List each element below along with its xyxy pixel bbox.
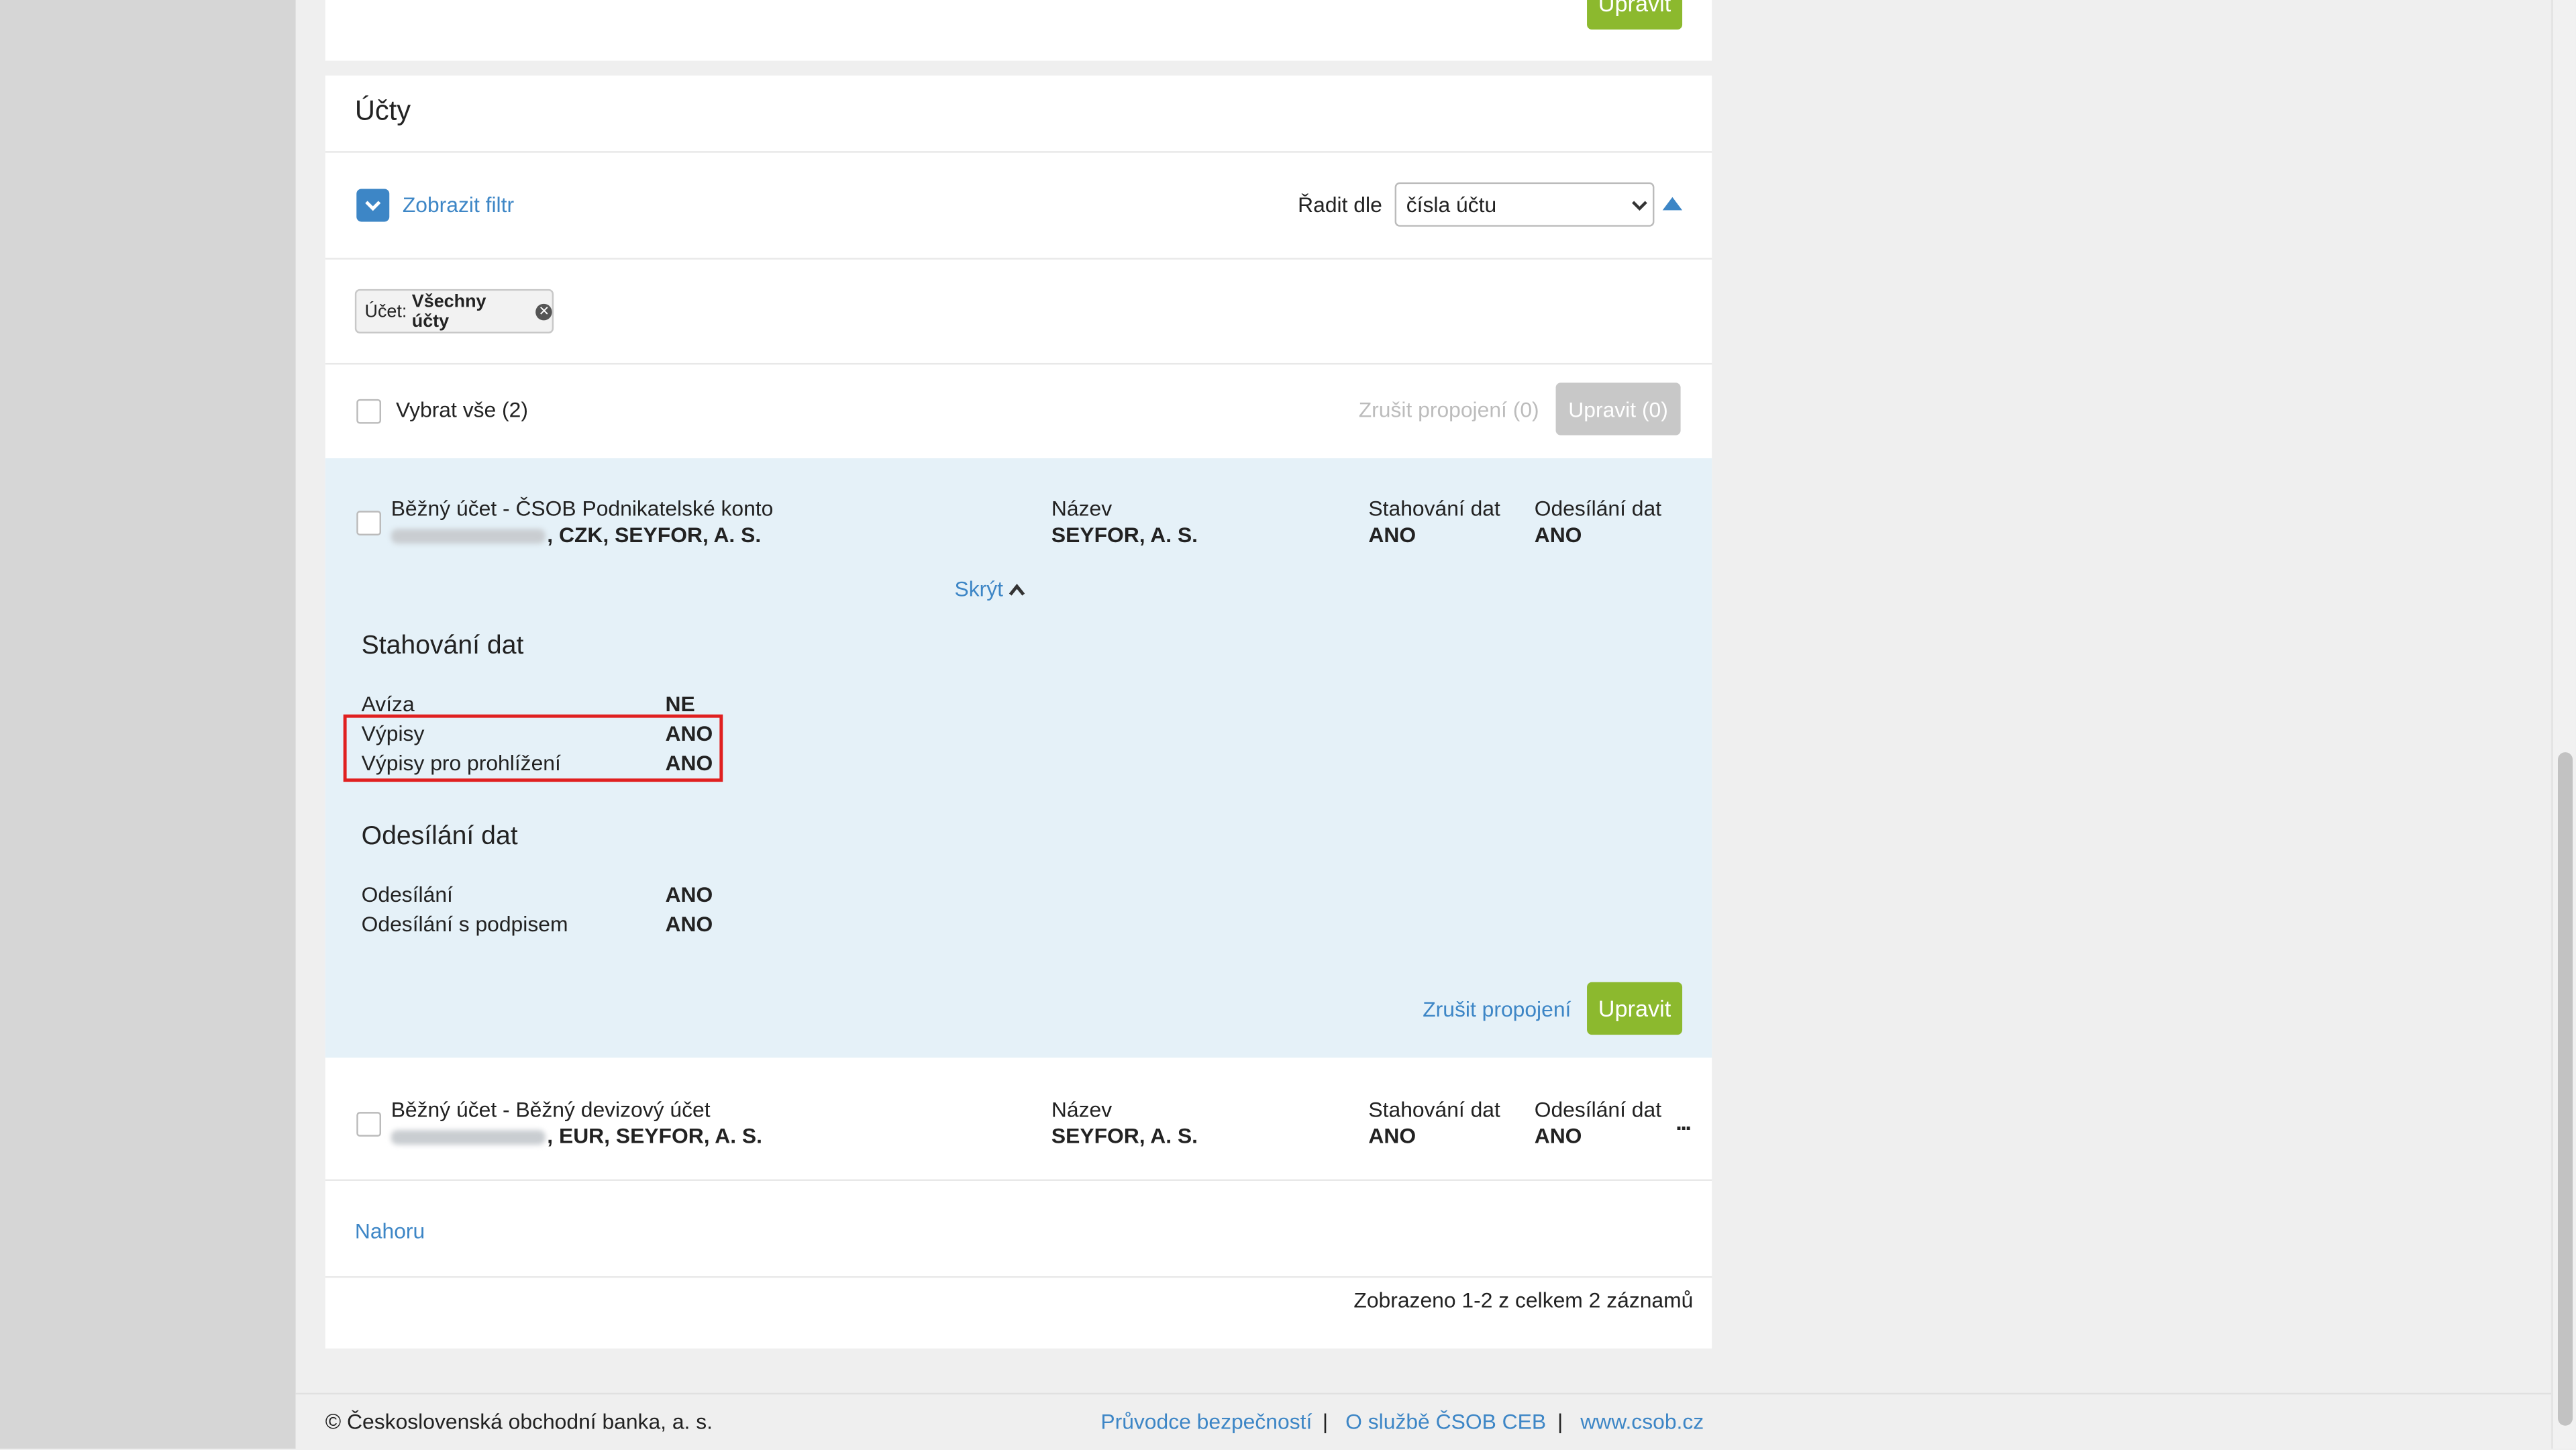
account-suffix: , EUR, SEYFOR, A. S. [547,1123,762,1149]
chevron-down-icon [365,201,381,211]
unlink-link[interactable]: Zrušit propojení [1423,997,1571,1022]
download-label: Stahování dat [1368,1097,1500,1122]
previous-card [325,0,1712,61]
detail-value: NE [665,691,695,717]
upload-label: Odesílání dat [1534,1097,1662,1122]
sort-ascending-icon[interactable] [1662,197,1683,211]
detail-label: Avíza [361,691,415,717]
footer-link-csob[interactable]: www.csob.cz [1580,1409,1704,1434]
back-to-top-link[interactable]: Nahoru [355,1219,425,1243]
hide-label: Skrýt [954,576,1003,601]
footer-copyright: © Československá obchodní banka, a. s. [325,1409,713,1434]
sort-select[interactable]: čísla účtu [1394,182,1655,227]
name-label: Název [1051,496,1113,521]
chevron-down-icon [1632,201,1647,211]
divider [325,362,1712,365]
account-number: , EUR, SEYFOR, A. S. [391,1123,762,1148]
detail-value: ANO [665,882,713,907]
detail-value: ANO [665,911,713,937]
select-all-checkbox[interactable] [356,399,382,424]
name-value: SEYFOR, A. S. [1051,1123,1198,1149]
download-value: ANO [1368,1123,1416,1149]
upload-value: ANO [1534,522,1582,548]
detail-label: Odesílání s podpisem [361,911,568,937]
account-suffix: , CZK, SEYFOR, A. S. [547,522,762,548]
select-all-label[interactable]: Vybrat vše (2) [396,397,528,422]
detail-label: Odesílání [361,882,453,907]
name-value: SEYFOR, A. S. [1051,522,1198,548]
scrollbar-thumb[interactable] [2558,752,2573,1426]
download-label: Stahování dat [1368,496,1500,521]
divider [325,1276,1712,1278]
account-number: , CZK, SEYFOR, A. S. [391,522,762,548]
remove-filter-icon[interactable]: ✕ [535,303,552,320]
redacted-number [391,529,546,544]
account-title: Běžný účet - Běžný devizový účet [391,1097,711,1122]
bulk-unlink-link[interactable]: Zrušit propojení (0) [1359,397,1539,422]
upload-value: ANO [1534,1123,1582,1149]
divider [325,1179,1712,1181]
section-title: Účty [354,95,411,127]
chevron-up-icon [1009,583,1025,596]
page: Upravit Účty Zobrazit filtr Řadit dle čí… [0,0,2576,1450]
sort-label: Řadit dle [1298,192,1382,217]
bulk-edit-button[interactable]: Upravit (0) [1555,382,1681,435]
upload-section-title: Odesílání dat [361,823,518,851]
filter-chip-value: Všechny účty [411,291,486,331]
filter-toggle-button[interactable] [356,189,390,222]
name-label: Název [1051,1097,1113,1122]
footer-link-security[interactable]: Průvodce bezpečností [1100,1409,1312,1434]
download-value: ANO [1368,522,1416,548]
more-actions-icon[interactable]: ... [1676,1108,1692,1135]
edit-button[interactable]: Upravit [1587,982,1683,1035]
footer-separator: | [1322,1409,1329,1434]
account-checkbox[interactable] [356,1112,382,1137]
previous-edit-button[interactable]: Upravit [1587,0,1683,30]
hide-details-link[interactable]: Skrýt [954,576,1025,601]
footer-separator: | [1557,1409,1563,1434]
left-margin [0,0,296,1449]
divider [325,151,1712,153]
footer-link-about[interactable]: O službě ČSOB CEB [1345,1409,1546,1434]
redacted-number [391,1130,546,1145]
filter-chip: Účet: Všechny účty ✕ [354,289,554,333]
pagination-info: Zobrazeno 1-2 z celkem 2 záznamů [1353,1288,1694,1312]
upload-label: Odesílání dat [1534,496,1662,521]
divider [325,258,1712,260]
show-filter-link[interactable]: Zobrazit filtr [403,192,514,217]
download-section-title: Stahování dat [361,632,524,661]
filter-chip-label: Účet: [364,301,407,321]
highlight-annotation [343,714,723,782]
account-checkbox[interactable] [356,511,382,535]
account-title: Běžný účet - ČSOB Podnikatelské konto [391,496,774,521]
